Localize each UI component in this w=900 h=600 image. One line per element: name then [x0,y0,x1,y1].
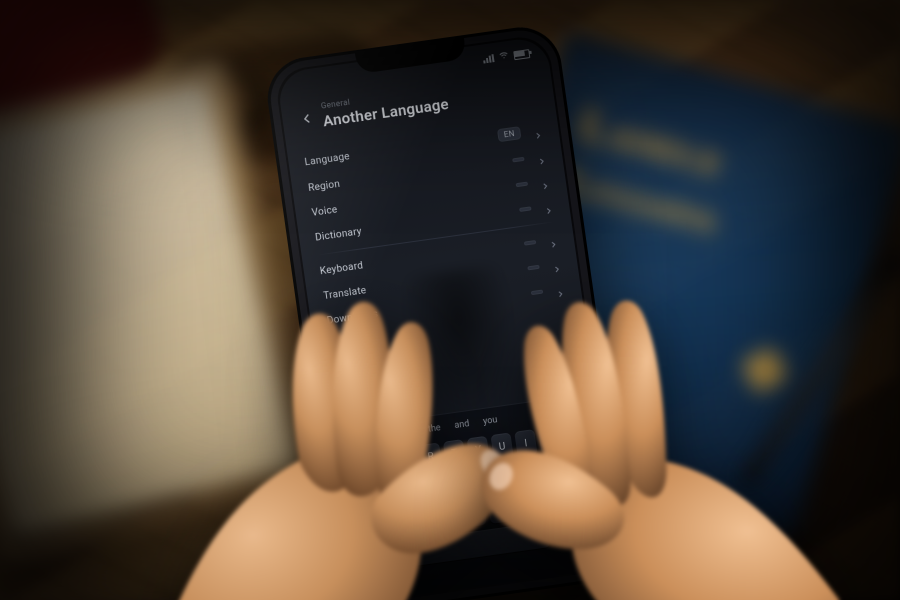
list-item-badge: EN [497,126,521,142]
list-item-badge [516,181,528,187]
battery-icon [513,49,530,60]
chevron-right-icon [532,125,543,136]
chevron-right-icon [535,150,546,161]
list-item-badge [519,206,531,212]
chevron-right-icon [542,200,553,211]
list-item-label: Language [304,151,351,168]
photographic-scene: Lanele Lugsana ❖ [0,0,900,600]
list-item-badge [512,156,524,162]
back-icon[interactable] [298,109,316,127]
list-item-label: Voice [311,204,338,218]
right-hand [416,216,864,600]
signal-icon [483,54,495,63]
list-item-label: Dictionary [315,226,363,243]
chevron-right-icon [539,175,550,186]
list-item-label: Region [308,179,341,194]
wifi-icon [498,50,510,64]
